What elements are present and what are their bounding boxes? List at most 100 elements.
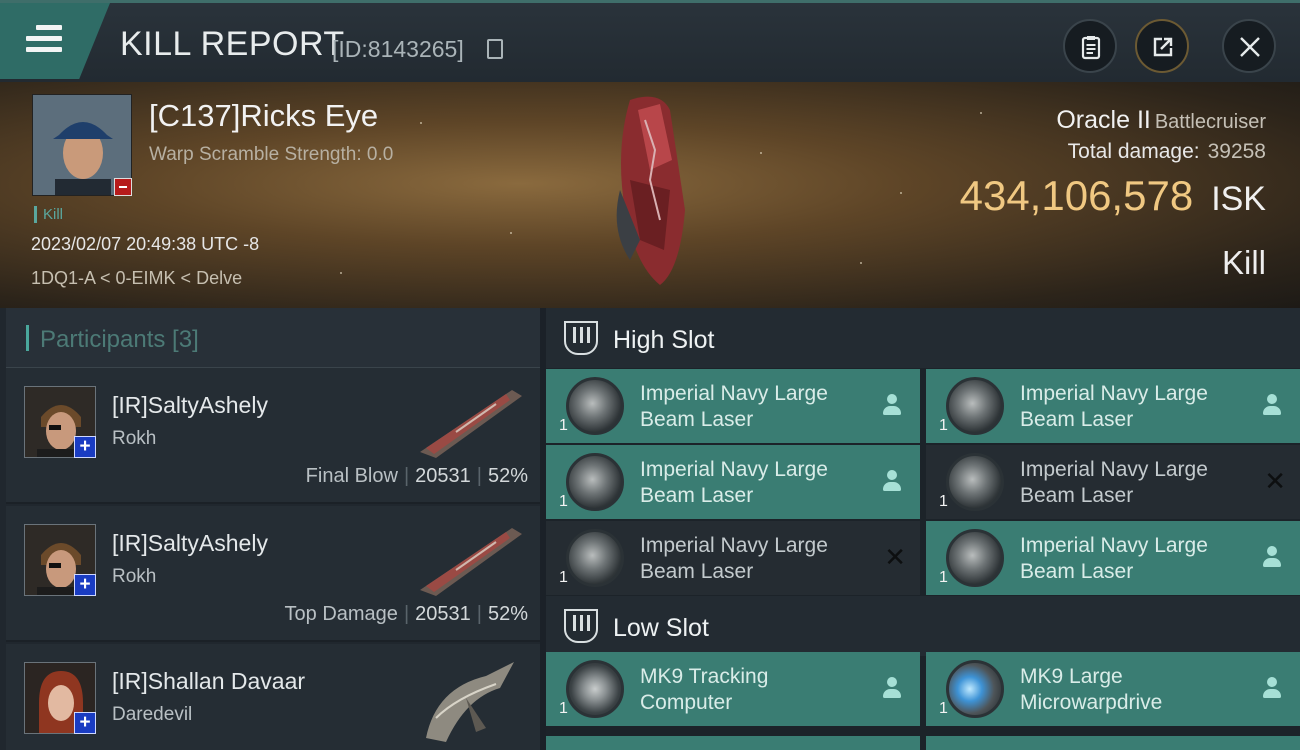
menu-icon (26, 25, 62, 53)
share-icon (1153, 37, 1173, 57)
low-slot-header: Low Slot (546, 596, 1300, 656)
participant-row[interactable]: + [IR]Shallan Davaar Daredevil (6, 644, 540, 750)
module-name: Imperial Navy Large Beam Laser (640, 458, 828, 507)
fitting-panel: High Slot 1 Imperial Navy Large Beam Lase… (540, 308, 1300, 750)
participant-ship-image (420, 390, 522, 458)
module-icon (566, 453, 624, 511)
plus-icon: + (74, 436, 96, 458)
copy-icon[interactable] (487, 39, 503, 59)
module-name: Imperial Navy Large Beam Laser (640, 382, 828, 431)
module-item[interactable]: 1 Imperial Navy Large Beam Laser ✕ (546, 521, 920, 595)
module-icon (946, 529, 1004, 587)
victim-name: [C137]Ricks Eye (149, 98, 379, 133)
module-item[interactable]: 1 Imperial Navy Large Beam Laser (546, 445, 920, 519)
module-qty: 1 (559, 569, 568, 586)
participant-percent: 52% (487, 465, 528, 487)
ship-class: Battlecruiser (1154, 111, 1266, 133)
participant-label: Top Damage (284, 603, 398, 625)
module-name: Imperial Navy Large Beam Laser (640, 534, 828, 583)
module-name: MK9 Tracking Computer (640, 665, 769, 714)
module-item[interactable]: 1 Imperial Navy Large Beam Laser (546, 369, 920, 443)
menu-button[interactable] (0, 3, 110, 79)
total-damage-label: Total damage: (1067, 140, 1200, 163)
report-id: [ID:8143265] (332, 36, 464, 62)
page-title: KILL REPORT (120, 25, 345, 63)
clipboard-button[interactable] (1063, 19, 1117, 73)
module-item[interactable]: 1 Imperial Navy Large Beam Laser (926, 521, 1300, 595)
kill-location: 1DQ1-A < 0-EIMK < Delve (31, 268, 243, 288)
close-button[interactable] (1222, 19, 1276, 73)
module-icon (566, 529, 624, 587)
participant-percent: 52% (487, 603, 528, 625)
module-name: Imperial Navy Large Beam Laser (1020, 382, 1208, 431)
total-damage: Total damage: 39258 (1068, 140, 1266, 164)
module-item[interactable]: 1 Imperial Navy Large Beam Laser ✕ (926, 445, 1300, 519)
slot-icon (564, 609, 598, 643)
module-qty: 1 (939, 417, 948, 434)
plus-icon: + (74, 574, 96, 596)
close-icon (1240, 37, 1260, 57)
participant-ship: Daredevil (112, 704, 193, 725)
person-icon (1262, 546, 1282, 568)
person-icon (1262, 677, 1282, 699)
module-icon (946, 660, 1004, 718)
isk-amount: 434,106,578 (959, 172, 1194, 219)
participant-ship: Rokh (112, 566, 157, 587)
kill-tag: Kill (34, 206, 63, 223)
module-name: MK9 Large Microwarpdrive (1020, 665, 1163, 714)
clipboard-icon (1081, 36, 1101, 60)
module-icon (566, 377, 624, 435)
module-icon (566, 660, 624, 718)
victim-ship-image (616, 96, 685, 286)
participant-ship: Rokh (112, 428, 157, 449)
participant-name: [IR]SaltyAshely (112, 530, 268, 556)
participant-row[interactable]: + [IR]SaltyAshely Rokh Top Damage | 20531 |… (6, 506, 540, 642)
destroyed-x-icon: ✕ (884, 542, 906, 572)
top-bar: KILL REPORT [ID:8143265] (0, 0, 1300, 82)
low-slot-title: Low Slot (613, 614, 709, 642)
victim-ship: Oracle II Battlecruiser (1056, 106, 1266, 135)
module-qty: 1 (939, 700, 948, 717)
module-item[interactable]: 1 MK9 Tracking Computer (546, 652, 920, 726)
kill-datetime: 2023/02/07 20:49:38 UTC -8 (31, 234, 260, 254)
victim-banner: [C137]Ricks Eye Warp Scramble Strength: … (0, 82, 1300, 308)
plus-icon: + (74, 712, 96, 734)
person-icon (882, 677, 902, 699)
person-icon (882, 394, 902, 416)
participants-header[interactable]: Participants [3] (6, 308, 540, 368)
person-icon (882, 470, 902, 492)
module-item[interactable]: 1 MK9 Large Microwarpdrive (926, 652, 1300, 726)
participant-label: Final Blow (305, 465, 398, 487)
participant-name: [IR]SaltyAshely (112, 392, 268, 418)
module-qty: 1 (559, 700, 568, 717)
slot-icon (564, 321, 598, 355)
module-qty: 1 (559, 493, 568, 510)
participants-panel: Participants [3] + [IR]SaltyAshely Rokh … (0, 308, 540, 750)
module-name: Imperial Navy Large Beam Laser (1020, 534, 1208, 583)
module-item[interactable] (546, 736, 920, 750)
participant-damage: 20531 (415, 603, 471, 625)
participant-row[interactable]: + [IR]SaltyAshely Rokh Final Blow | 20531 |… (6, 368, 540, 504)
module-item[interactable] (926, 736, 1300, 750)
module-item[interactable]: 1 Imperial Navy Large Beam Laser (926, 369, 1300, 443)
participant-stats: Top Damage | 20531 | 52% (284, 603, 528, 625)
participants-title: Participants [3] (40, 326, 199, 353)
minus-icon (114, 178, 132, 196)
module-icon (946, 453, 1004, 511)
module-qty: 1 (939, 493, 948, 510)
module-qty: 1 (559, 417, 568, 434)
high-slot-header: High Slot (546, 308, 1300, 368)
total-damage-value: 39258 (1207, 140, 1266, 163)
module-name: Imperial Navy Large Beam Laser (1020, 458, 1208, 507)
participant-stats: Final Blow | 20531 | 52% (305, 465, 528, 487)
participant-ship-image (420, 528, 522, 596)
kill-result: Kill (1221, 244, 1266, 281)
destroyed-x-icon: ✕ (1264, 466, 1286, 496)
participant-damage: 20531 (415, 465, 471, 487)
module-icon (946, 377, 1004, 435)
participant-name: [IR]Shallan Davaar (112, 668, 306, 694)
share-button[interactable] (1135, 19, 1189, 73)
high-slot-title: High Slot (613, 326, 715, 354)
isk-unit: ISK (1211, 180, 1266, 218)
isk-value: 434,106,578 ISK (960, 172, 1266, 220)
